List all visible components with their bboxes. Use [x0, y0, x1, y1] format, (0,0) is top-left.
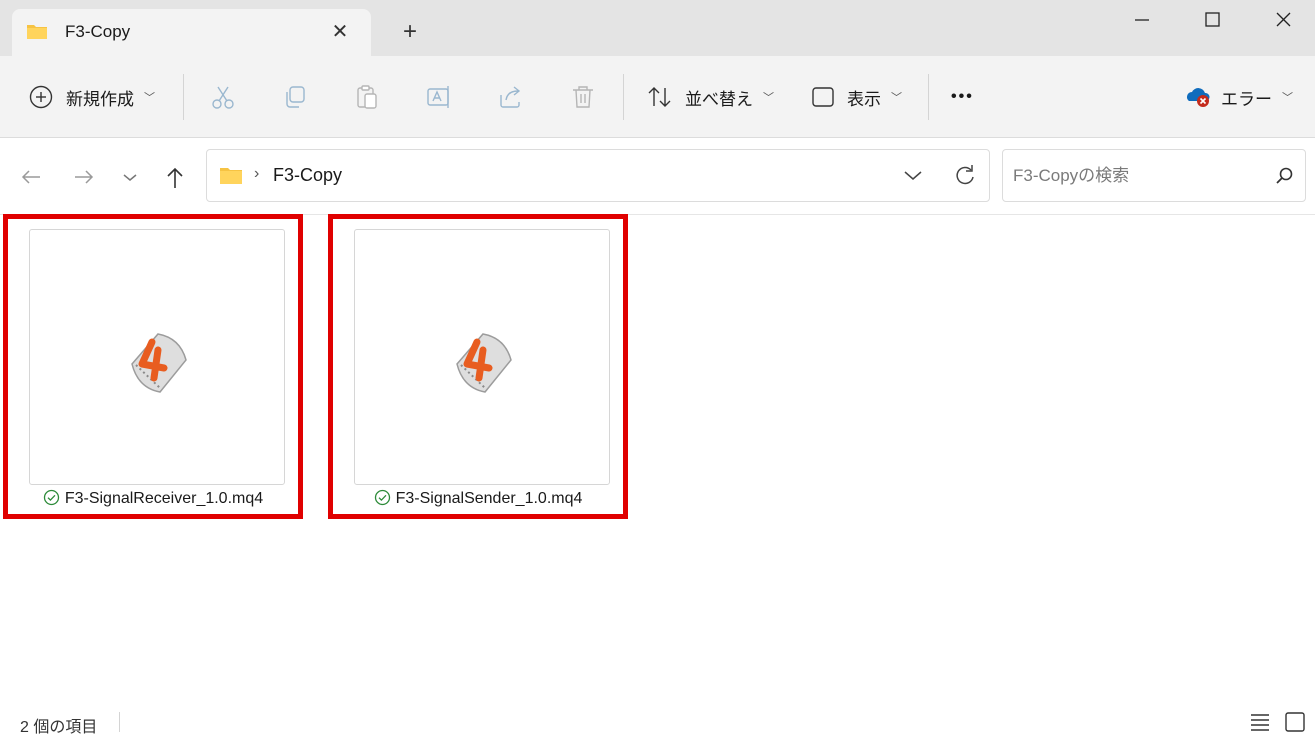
tab-title: F3-Copy	[65, 22, 131, 41]
file-thumbnail	[29, 229, 285, 485]
sync-status-ok-icon	[43, 489, 59, 506]
onedrive-error-icon	[1187, 88, 1210, 107]
sort-button-label: 並べ替え	[685, 89, 753, 109]
breadcrumb-f3-copy[interactable]: F3-Copy	[273, 165, 342, 186]
copy-icon[interactable]	[281, 83, 309, 111]
account-status-button[interactable]: エラー ﹀	[1185, 56, 1293, 138]
item-count: 2 個の項目	[20, 719, 98, 736]
maximize-icon[interactable]	[1198, 6, 1226, 34]
search-box	[1002, 149, 1306, 202]
new-tab-button[interactable]: +	[396, 18, 424, 46]
address-bar[interactable]: › F3-Copy	[206, 149, 990, 202]
forward-icon[interactable]	[70, 163, 98, 191]
sync-status-ok-icon	[374, 489, 390, 506]
recent-locations-chevron-icon[interactable]	[116, 163, 144, 191]
navigation-bar: › F3-Copy	[0, 139, 1315, 215]
share-icon[interactable]	[497, 83, 525, 111]
mq4-file-icon	[456, 333, 512, 393]
file-thumbnail	[354, 229, 610, 485]
details-view-icon[interactable]	[1248, 710, 1272, 734]
back-icon[interactable]	[18, 163, 46, 191]
cut-icon[interactable]	[209, 83, 237, 111]
file-item[interactable]: F3-SignalSender_1.0.mq4	[328, 214, 628, 519]
file-name-label: F3-SignalReceiver_1.0.mq4	[64, 490, 264, 507]
plus-circle-icon	[29, 85, 53, 109]
up-icon[interactable]	[161, 163, 189, 191]
view-button-label: 表示	[847, 89, 881, 109]
chevron-down-icon: ﹀	[763, 92, 774, 104]
chevron-down-icon: ﹀	[891, 92, 902, 104]
more-icon[interactable]: •••	[951, 56, 974, 138]
file-item[interactable]: F3-SignalReceiver_1.0.mq4	[3, 214, 303, 519]
close-tab-button[interactable]: ✕	[328, 20, 352, 44]
paste-icon[interactable]	[353, 83, 381, 111]
folder-icon	[220, 168, 242, 184]
refresh-icon[interactable]	[951, 162, 977, 188]
chevron-down-icon[interactable]	[901, 164, 925, 188]
account-status-label: エラー	[1221, 89, 1272, 109]
file-name-label: F3-SignalSender_1.0.mq4	[395, 490, 583, 507]
view-icon	[812, 87, 834, 107]
file-name: F3-SignalSender_1.0.mq4	[333, 489, 623, 508]
chevron-down-icon: ﹀	[144, 92, 155, 104]
divider	[623, 74, 624, 120]
folder-icon	[27, 25, 47, 39]
divider	[119, 712, 120, 732]
new-button[interactable]: 新規作成 ﹀	[28, 56, 155, 138]
mq4-file-icon	[131, 333, 187, 393]
command-bar: 新規作成 ﹀ 並べ替え ﹀ 表示 ﹀ ••• エラー ﹀	[0, 56, 1315, 138]
new-button-label: 新規作成	[66, 89, 134, 109]
breadcrumb-separator: ›	[254, 165, 260, 182]
close-window-icon[interactable]	[1270, 6, 1298, 34]
search-icon[interactable]	[1273, 165, 1295, 187]
delete-icon[interactable]	[569, 83, 597, 111]
view-button[interactable]: 表示 ﹀	[811, 56, 902, 138]
divider	[183, 74, 184, 120]
tab-f3-copy[interactable]: F3-Copy ✕	[12, 9, 371, 56]
file-name: F3-SignalReceiver_1.0.mq4	[8, 489, 298, 508]
chevron-down-icon: ﹀	[1282, 92, 1293, 104]
title-bar: F3-Copy ✕ +	[0, 0, 1315, 56]
large-icons-view-icon[interactable]	[1283, 710, 1307, 734]
divider	[928, 74, 929, 120]
rename-icon[interactable]	[425, 83, 453, 111]
minimize-icon[interactable]	[1128, 6, 1156, 34]
sort-icon	[648, 87, 671, 107]
sort-button[interactable]: 並べ替え ﹀	[647, 56, 774, 138]
search-input[interactable]	[1013, 162, 1263, 190]
